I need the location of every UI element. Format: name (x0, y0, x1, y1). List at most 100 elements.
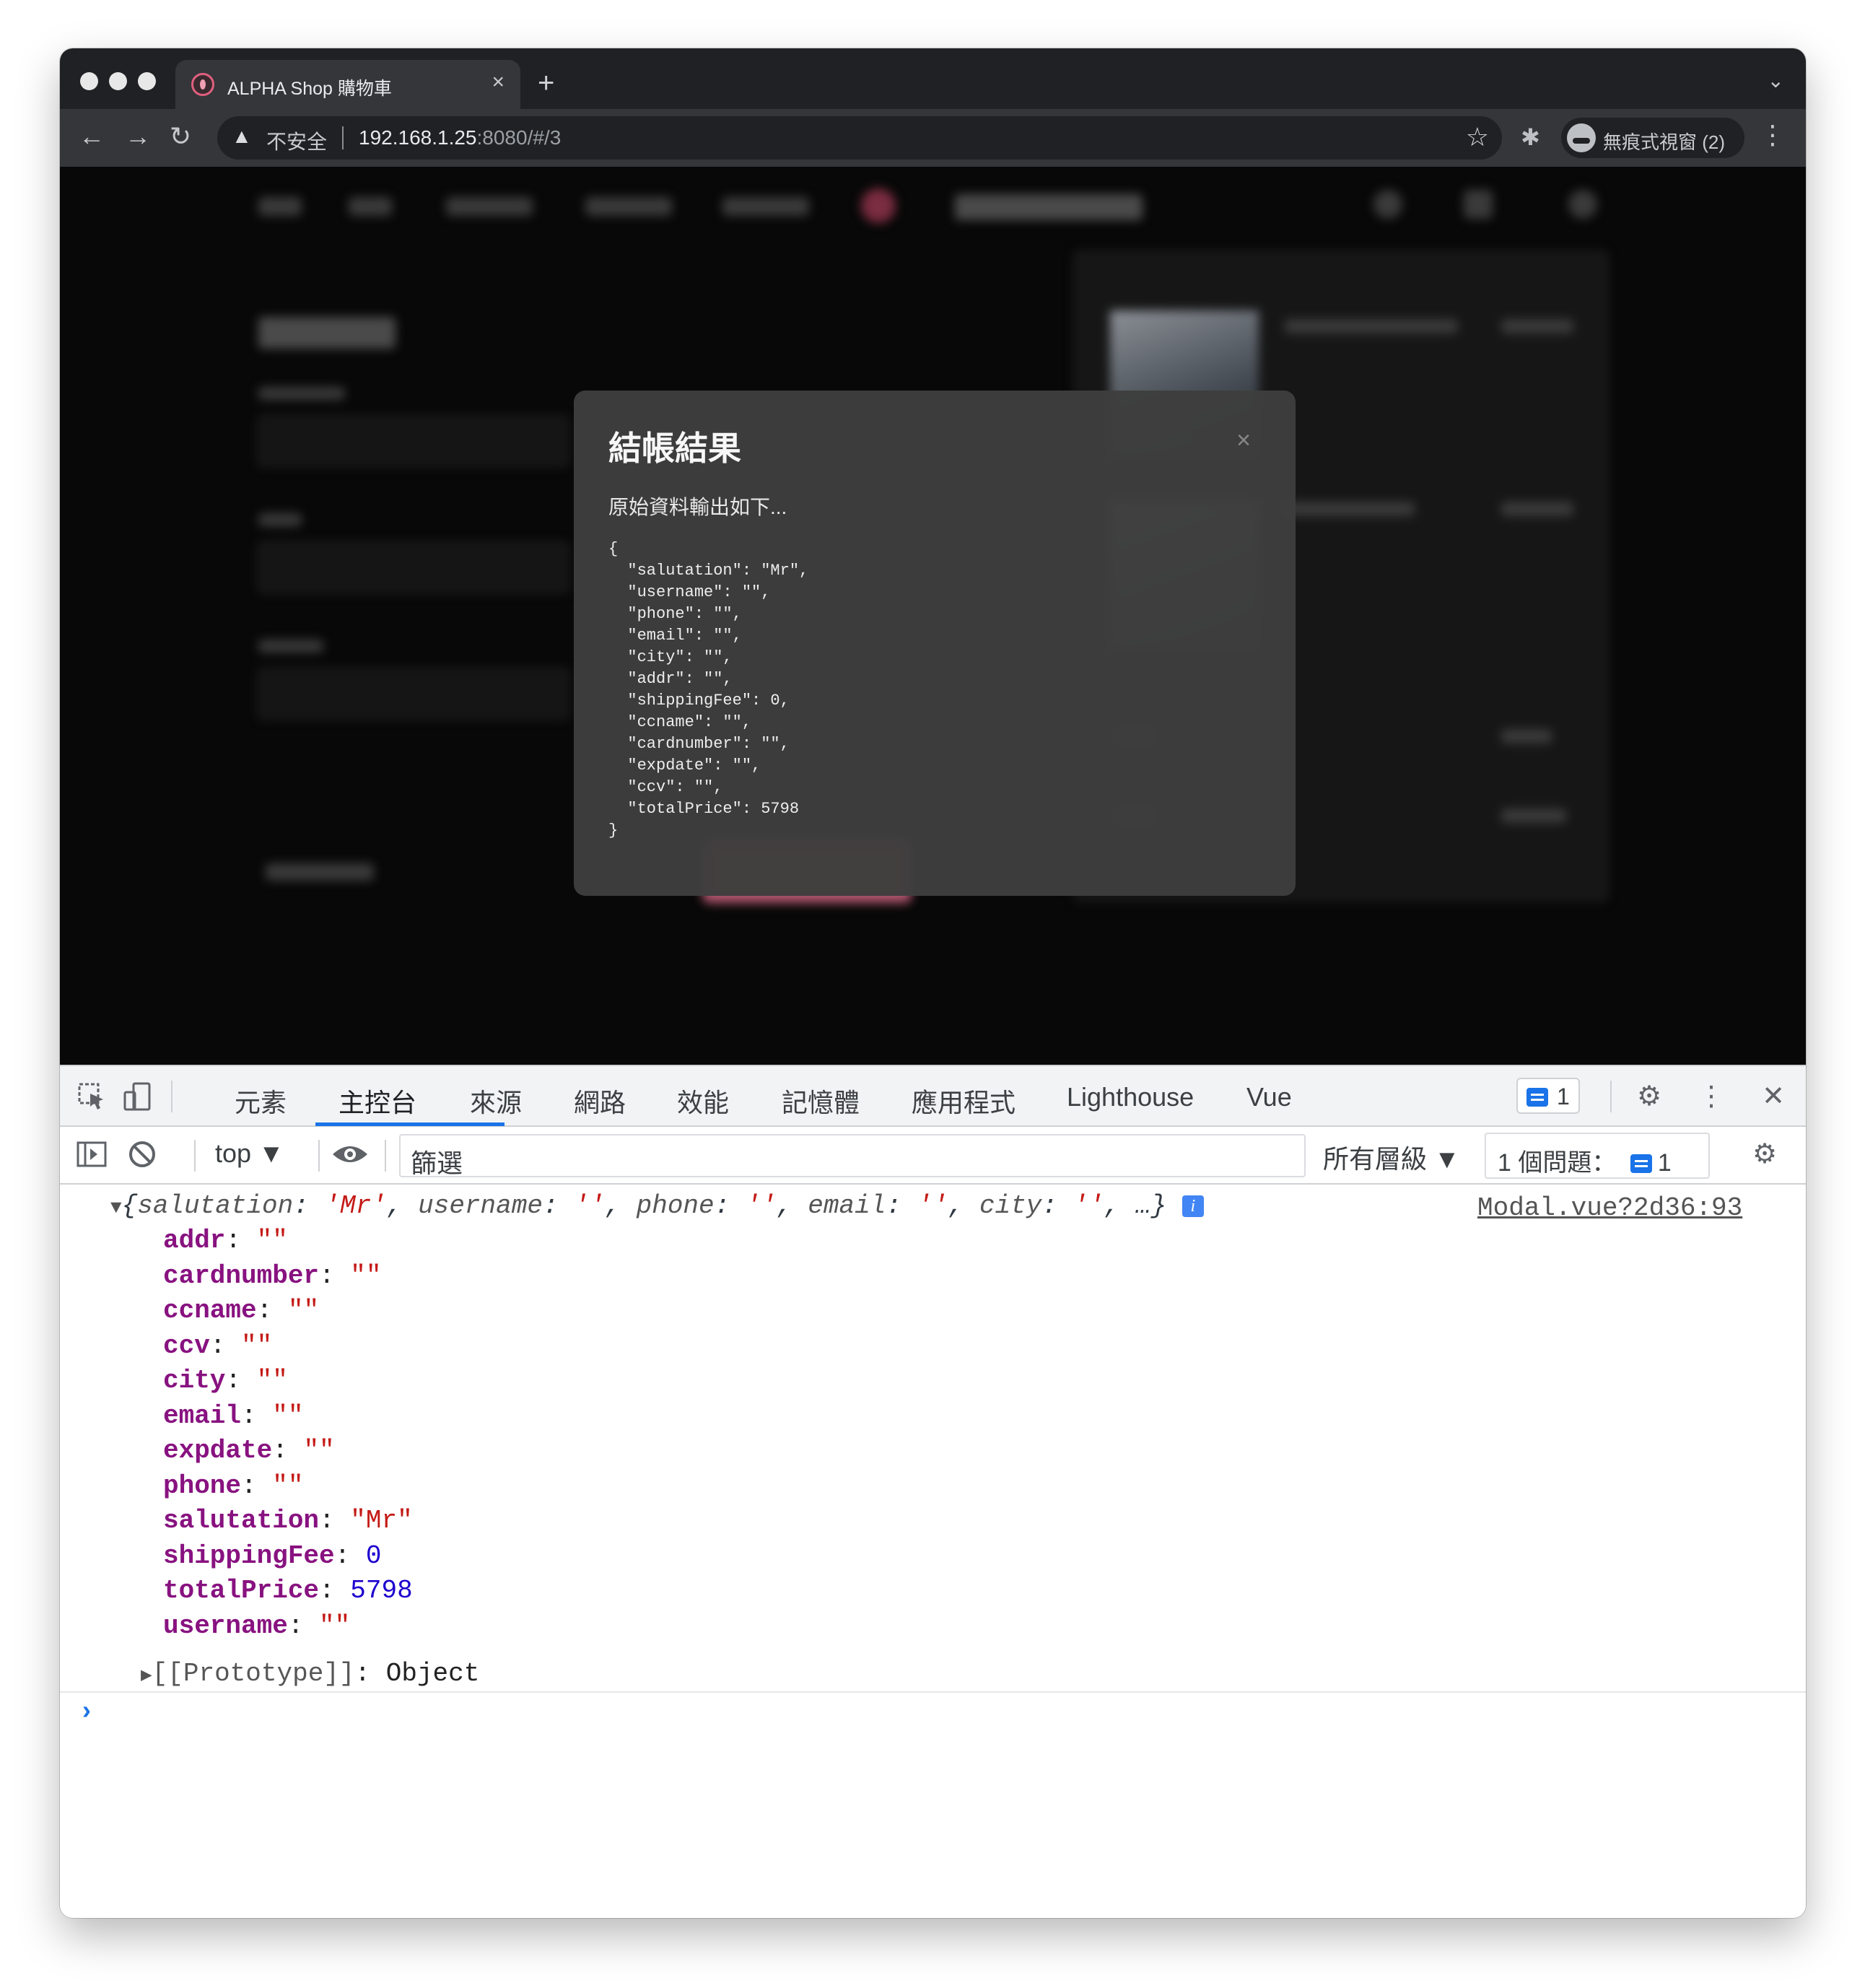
nav-placeholder (446, 197, 533, 216)
forward-button[interactable]: → (125, 122, 151, 151)
tab-sources[interactable]: 來源 (470, 1082, 522, 1120)
blurred-product-name (1285, 319, 1458, 333)
blurred-product-name (1285, 502, 1415, 516)
toolbar-divider (385, 1140, 386, 1172)
blurred-prev-step (266, 863, 374, 881)
property-key: shippingFee (163, 1540, 335, 1571)
property-row[interactable]: shippingFee: 0 (163, 1540, 381, 1572)
tab-lighthouse[interactable]: Lighthouse (1067, 1082, 1194, 1112)
browser-toolbar: ← → ↻ ▲ 不安全 192.168.1.25:8080/#/3 ☆ ✱ 無痕… (60, 109, 1806, 167)
security-status[interactable]: 不安全 (266, 126, 327, 155)
property-row[interactable]: ccname: "" (163, 1295, 319, 1327)
browser-tab[interactable]: ALPHA Shop 購物車 × (175, 60, 520, 109)
bookmark-star-icon[interactable]: ☆ (1466, 122, 1489, 152)
modal-close-icon[interactable]: × (1236, 427, 1251, 455)
property-value: "" (256, 1366, 288, 1395)
modal-title: 結帳結果 (608, 430, 741, 467)
nav-placeholder (585, 197, 672, 216)
tab-performance[interactable]: 效能 (677, 1082, 729, 1120)
property-row[interactable]: cardnumber: "" (163, 1260, 381, 1292)
device-toolbar-icon[interactable] (122, 1081, 154, 1112)
info-icon[interactable]: i (1182, 1195, 1204, 1217)
source-link[interactable]: Modal.vue?2d36:93 (1477, 1193, 1742, 1223)
zoom-window-button[interactable] (138, 72, 156, 90)
url-text[interactable]: 192.168.1.25:8080/#/3 (359, 126, 561, 149)
clear-console-icon[interactable] (126, 1138, 158, 1170)
toolbar-divider (1610, 1081, 1612, 1112)
property-key: addr (163, 1226, 226, 1255)
incognito-label: 無痕式視窗 (2) (1603, 131, 1726, 153)
back-button[interactable]: ← (79, 122, 105, 151)
blurred-label (258, 387, 345, 400)
issues-counter[interactable]: 1 個問題： 1 (1485, 1133, 1710, 1179)
property-row[interactable]: ccv: "" (163, 1330, 272, 1362)
console-filter-input[interactable]: 篩選 (399, 1134, 1306, 1178)
close-devtools-icon[interactable]: ✕ (1757, 1081, 1789, 1112)
new-tab-button[interactable]: + (538, 69, 554, 97)
property-value: "" (350, 1260, 382, 1291)
blurred-cart-icon (1464, 190, 1493, 219)
console-object-summary[interactable]: ▼{salutation: 'Mr', username: '', phone:… (110, 1190, 1204, 1224)
property-value: "" (319, 1610, 351, 1641)
tab-elements[interactable]: 元素 (235, 1082, 287, 1120)
property-key: username (163, 1610, 288, 1641)
property-value: "" (241, 1330, 273, 1361)
tab-memory[interactable]: 記憶體 (782, 1082, 860, 1120)
tab-network[interactable]: 網路 (574, 1082, 626, 1120)
nav-placeholder (722, 197, 809, 216)
live-expression-eye-icon[interactable] (324, 1138, 376, 1170)
warning-icon[interactable]: ▲ (232, 125, 252, 148)
property-row[interactable]: totalPrice: 5798 (163, 1575, 413, 1607)
property-row[interactable]: salutation: "Mr" (163, 1505, 413, 1537)
expand-triangle-icon[interactable]: ▼ (110, 1197, 122, 1218)
tab-vue[interactable]: Vue (1246, 1082, 1292, 1112)
inspect-element-icon[interactable] (76, 1081, 108, 1112)
incognito-indicator[interactable]: 無痕式視窗 (2) (1561, 118, 1744, 158)
property-value: "" (272, 1400, 304, 1431)
show-sidebar-icon[interactable] (76, 1138, 108, 1170)
console-toolbar: top ▼ 篩選 所有層級 ▼ 1 個問題： 1 ⚙ (60, 1127, 1806, 1185)
messages-badge[interactable]: 1 (1516, 1078, 1580, 1114)
property-row[interactable]: expdate: "" (163, 1435, 335, 1467)
property-key: ccname (163, 1296, 257, 1325)
console-prompt-icon[interactable]: › (79, 1697, 95, 1727)
blurred-input (258, 416, 569, 466)
tab-console[interactable]: 主控台 (339, 1082, 416, 1120)
filter-placeholder: 篩選 (411, 1148, 463, 1178)
settings-gear-icon[interactable]: ⚙ (1633, 1081, 1665, 1112)
address-bar[interactable]: ▲ 不安全 192.168.1.25:8080/#/3 ☆ (217, 116, 1502, 160)
context-selector[interactable]: top ▼ (215, 1138, 284, 1169)
toolbar-divider (318, 1140, 320, 1172)
minimize-window-button[interactable] (109, 72, 127, 90)
messages-count: 1 (1557, 1084, 1570, 1109)
property-value: 0 (365, 1540, 382, 1571)
property-row[interactable]: city: "" (163, 1365, 288, 1397)
log-levels-dropdown[interactable]: 所有層級 ▼ (1323, 1138, 1460, 1176)
property-key: cardnumber (163, 1260, 320, 1291)
tab-search-chevron-icon[interactable]: ⌄ (1768, 69, 1784, 92)
reload-button[interactable]: ↻ (170, 122, 191, 151)
devtools-menu-icon[interactable]: ⋮ (1695, 1081, 1727, 1112)
property-value: "" (272, 1470, 304, 1501)
close-window-button[interactable] (80, 72, 98, 90)
property-row[interactable]: phone: "" (163, 1470, 303, 1502)
blurred-label (258, 640, 323, 653)
browser-menu-icon[interactable]: ⋮ (1760, 121, 1786, 149)
devtools-panel: 元素 主控台 來源 網路 效能 記憶體 應用程式 Lighthouse Vue … (60, 1065, 1806, 1918)
blurred-section-title (258, 317, 396, 349)
issue-icon (1630, 1154, 1652, 1173)
alpha-shop-favicon-icon (191, 73, 214, 96)
incognito-icon (1567, 123, 1596, 152)
issues-count: 1 (1657, 1149, 1672, 1177)
property-row[interactable]: addr: "" (163, 1225, 288, 1257)
extensions-puzzle-icon[interactable]: ✱ (1521, 123, 1540, 151)
property-value: "Mr" (350, 1506, 413, 1535)
prototype-row[interactable]: ▶[[Prototype]]: Object (141, 1658, 479, 1691)
tab-close-icon[interactable]: × (492, 70, 505, 95)
expand-triangle-icon[interactable]: ▶ (141, 1665, 152, 1686)
active-tab-indicator (315, 1122, 505, 1126)
property-row[interactable]: username: "" (163, 1610, 350, 1642)
tab-application[interactable]: 應用程式 (912, 1082, 1016, 1120)
property-row[interactable]: email: "" (163, 1400, 303, 1432)
console-settings-gear-icon[interactable]: ⚙ (1749, 1138, 1781, 1170)
